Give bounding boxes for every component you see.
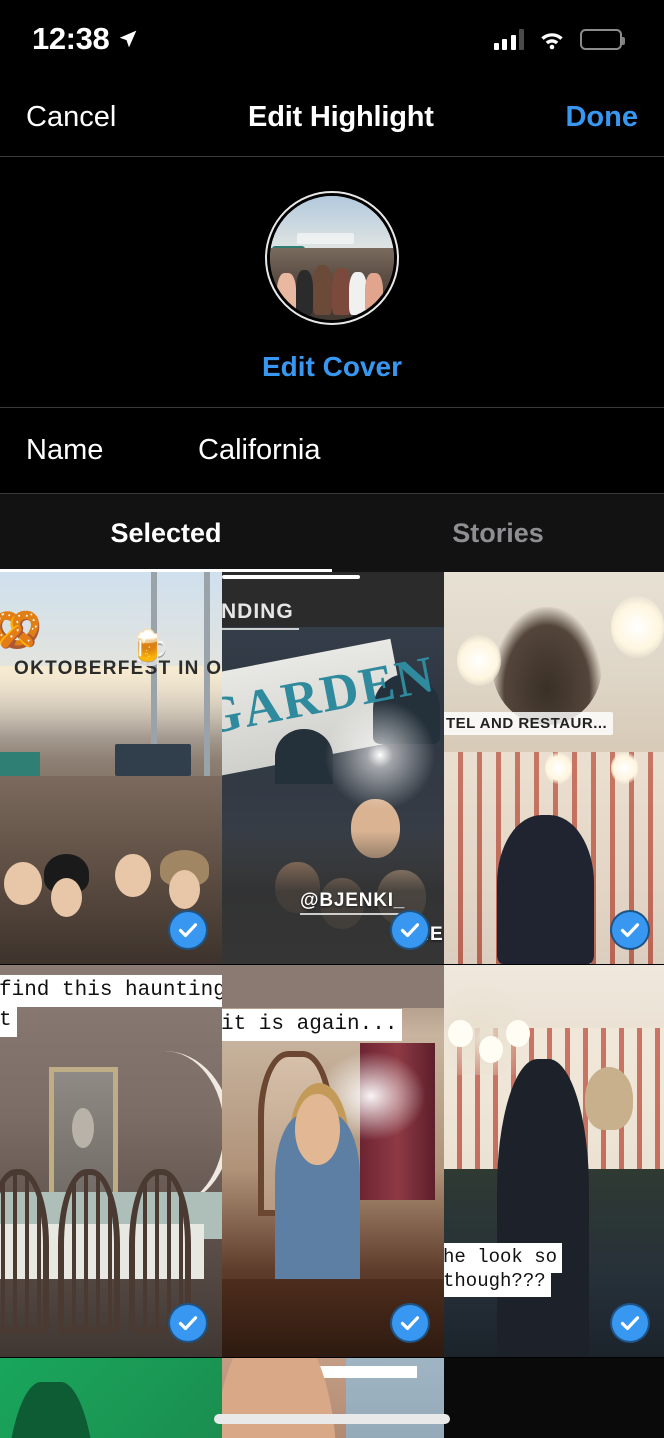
grid-item-chandelier[interactable]: TEL AND RESTAUR... bbox=[444, 572, 664, 964]
selected-check-icon[interactable] bbox=[610, 910, 650, 950]
story-thumbnail bbox=[444, 1358, 664, 1438]
location-sticker[interactable]: TEL AND RESTAUR... bbox=[444, 712, 614, 735]
story-caption-line-2: t bbox=[0, 1005, 17, 1038]
battery-low-power-icon bbox=[580, 28, 625, 50]
story-thumbnail bbox=[444, 965, 664, 1357]
status-time: 12:38 bbox=[32, 21, 110, 56]
story-caption-line-1: it is again... bbox=[222, 1009, 403, 1042]
done-button[interactable]: Done bbox=[565, 101, 638, 134]
cover-image bbox=[270, 196, 394, 320]
status-bar-right bbox=[493, 28, 625, 50]
edit-cover-button[interactable]: Edit Cover bbox=[262, 351, 402, 383]
tab-stories[interactable]: Stories bbox=[332, 494, 664, 572]
story-caption-line-1: find this haunting bbox=[0, 975, 222, 1008]
grid-item-green-photo[interactable] bbox=[0, 1358, 222, 1438]
grid-item-woman-at-bar[interactable]: it is again... bbox=[222, 965, 444, 1357]
story-thumbnail bbox=[222, 1358, 444, 1438]
wifi-icon bbox=[541, 33, 563, 50]
tab-bar: Selected Stories bbox=[0, 494, 664, 572]
selected-check-icon[interactable] bbox=[168, 1303, 208, 1343]
home-indicator bbox=[214, 1414, 450, 1424]
grid-item-portrait-photo[interactable] bbox=[222, 1358, 444, 1438]
selected-check-icon[interactable] bbox=[168, 910, 208, 950]
navigation-bar: Cancel Edit Highlight Done bbox=[0, 78, 664, 156]
cancel-button[interactable]: Cancel bbox=[26, 101, 116, 134]
grid-item-dark-silhouette[interactable]: he look so though??? bbox=[444, 965, 664, 1357]
grid-item-dark-photo[interactable] bbox=[444, 1358, 664, 1438]
selected-check-icon[interactable] bbox=[610, 1303, 650, 1343]
tab-selected[interactable]: Selected bbox=[0, 494, 332, 572]
status-bar-left: 12:38 bbox=[32, 21, 138, 57]
cover-section: Edit Cover bbox=[0, 157, 664, 407]
name-row[interactable]: Name California bbox=[0, 408, 664, 493]
beer-emoji: 🍺 bbox=[128, 629, 171, 667]
grid-item-garden-sign[interactable]: NDING GARDEN @BJENKI_ @MES bbox=[222, 572, 444, 964]
story-thumbnail bbox=[444, 572, 664, 964]
location-arrow-icon bbox=[119, 30, 137, 48]
grid-item-haunting-portrait[interactable]: find this haunting t bbox=[0, 965, 222, 1357]
story-thumbnail bbox=[0, 1358, 222, 1438]
grid-item-oktoberfest[interactable]: OKTOBERFEST IN OB 🥨 🍺 bbox=[0, 572, 222, 964]
story-thumbnail bbox=[0, 965, 222, 1357]
page-title: Edit Highlight bbox=[248, 100, 434, 133]
name-input[interactable]: California bbox=[198, 434, 321, 467]
cellular-signal-icon bbox=[493, 28, 524, 50]
story-grid: OKTOBERFEST IN OB 🥨 🍺 NDING @BJENKI_ TEL… bbox=[0, 572, 664, 1438]
story-caption-line-2: though??? bbox=[444, 1267, 551, 1297]
selected-check-icon[interactable] bbox=[390, 910, 430, 950]
highlight-cover-thumbnail[interactable] bbox=[265, 191, 399, 325]
mention-tag-1[interactable]: @BJENKI_ bbox=[300, 890, 406, 915]
selected-check-icon[interactable] bbox=[390, 1303, 430, 1343]
story-header-text: NDING bbox=[222, 596, 299, 631]
app-screen: 12:38 Cancel Edit Highlight Done Edit Co… bbox=[0, 0, 664, 1438]
status-bar: 12:38 bbox=[0, 0, 664, 78]
story-progress-bar bbox=[222, 575, 360, 579]
name-label: Name bbox=[26, 434, 104, 466]
story-caption: OKTOBERFEST IN OB bbox=[14, 658, 222, 679]
pretzel-emoji: 🥨 bbox=[0, 606, 43, 653]
